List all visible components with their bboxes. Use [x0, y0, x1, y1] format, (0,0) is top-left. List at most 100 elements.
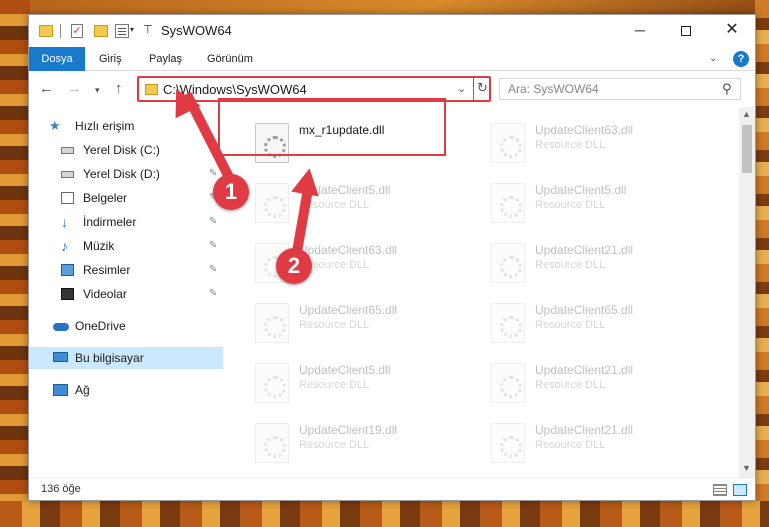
download-icon: ↓ [61, 214, 68, 230]
sidebar-item-label: Hızlı erişim [75, 119, 135, 133]
pin-icon[interactable]: ✎ [209, 259, 217, 281]
forward-arrow-icon[interactable]: → [67, 80, 82, 97]
tab-view[interactable]: Görünüm [197, 47, 263, 71]
file-item[interactable]: UpdateClient5.dll Resource DLL [485, 175, 715, 231]
sidebar-item-label: Bu bilgisayar [75, 351, 144, 365]
sidebar-item-label: Müzik [83, 239, 115, 253]
address-history-chevron-icon[interactable]: ⌄ [457, 82, 466, 95]
pin-icon[interactable]: ✎ [209, 235, 217, 257]
file-item[interactable]: UpdateClient65.dll Resource DLL [485, 295, 715, 351]
background-foliage-left [0, 0, 30, 527]
pictures-icon [61, 264, 74, 276]
scroll-down-icon[interactable]: ▼ [742, 463, 751, 473]
ribbon-expand-icon[interactable]: ⌄ [709, 53, 717, 64]
vertical-scrollbar[interactable]: ▲ ▼ [739, 107, 755, 477]
step-badge-1: 1 [213, 174, 249, 210]
tab-share[interactable]: Paylaş [139, 47, 192, 71]
scroll-thumb[interactable] [742, 125, 752, 173]
annotation-arrowhead-2 [291, 165, 324, 197]
dll-file-icon [491, 123, 525, 163]
sidebar-item-network[interactable]: Ağ [29, 379, 223, 401]
sidebar-item-music[interactable]: ♪ Müzik ✎ [29, 235, 223, 257]
videos-icon [61, 288, 74, 300]
file-item[interactable]: UpdateClient21.dll Resource DLL [485, 355, 715, 411]
sidebar-item-local-disk-d[interactable]: Yerel Disk (D:) ✎ [29, 163, 223, 185]
file-description: Resource DLL [535, 319, 606, 331]
tab-home[interactable]: Giriş [89, 47, 132, 71]
network-icon [53, 384, 68, 396]
file-item[interactable]: UpdateClient5.dll Resource DLL [249, 355, 479, 411]
file-description: Resource DLL [299, 439, 370, 451]
dll-file-icon [491, 423, 525, 463]
properties-check-icon[interactable]: ✓ [71, 24, 83, 38]
file-description: Resource DLL [535, 439, 606, 451]
file-description: Resource DLL [299, 319, 370, 331]
search-icon[interactable]: ⚲ [722, 81, 732, 97]
dll-file-icon [255, 303, 289, 343]
computer-icon [53, 352, 68, 362]
file-item[interactable]: UpdateClient63.dll Resource DLL [485, 115, 715, 171]
file-name: UpdateClient19.dll [299, 423, 398, 437]
sidebar-item-label: İndirmeler [83, 215, 137, 229]
new-folder-icon[interactable] [94, 25, 108, 37]
file-name: UpdateClient5.dll [535, 183, 627, 197]
search-placeholder: Ara: SysWOW64 [508, 82, 599, 96]
cloud-icon [53, 323, 69, 331]
help-icon[interactable]: ? [733, 51, 749, 67]
sidebar-item-label: Yerel Disk (C:) [83, 143, 160, 157]
address-divider [473, 78, 474, 100]
item-count: 136 öğe [41, 483, 81, 495]
maximize-icon [681, 26, 691, 37]
file-item[interactable]: UpdateClient21.dll Resource DLL [485, 415, 715, 471]
dll-file-icon [255, 183, 289, 223]
close-button[interactable]: ✕ [709, 15, 755, 45]
star-icon: ★ [49, 118, 61, 133]
customize-toolbar-icon[interactable]: ⊤ [143, 23, 153, 39]
folder-icon [145, 84, 158, 95]
sidebar-item-documents[interactable]: Belgeler ✎ [29, 187, 223, 209]
file-item[interactable]: UpdateClient19.dll Resource DLL [249, 415, 479, 471]
sidebar-item-label: OneDrive [75, 319, 126, 333]
scroll-up-icon[interactable]: ▲ [742, 109, 751, 119]
quick-access-dropdown-icon[interactable]: ▾ [130, 25, 134, 41]
dll-file-icon [255, 423, 289, 463]
sidebar-item-label: Videolar [83, 287, 127, 301]
file-item[interactable]: UpdateClient21.dll Resource DLL [485, 235, 715, 291]
explorer-window: ✓ ▾ ⊤ SysWOW64 ─ ✕ Dosya Giriş Paylaş Gö… [28, 14, 756, 501]
drive-icon [61, 147, 74, 154]
file-list: mx_r1update.dll UpdateClient63.dll Resou… [227, 107, 739, 477]
back-arrow-icon[interactable]: ← [39, 80, 54, 97]
sidebar-item-downloads[interactable]: ↓ İndirmeler ✎ [29, 211, 223, 233]
file-item[interactable]: UpdateClient65.dll Resource DLL [249, 295, 479, 351]
search-input[interactable]: Ara: SysWOW64 ⚲ [499, 78, 741, 100]
sidebar-item-this-pc[interactable]: Bu bilgisayar [29, 347, 223, 369]
drive-icon [61, 171, 74, 178]
file-name: UpdateClient63.dll [299, 243, 398, 257]
up-arrow-icon[interactable]: ↑ [115, 80, 123, 97]
large-icons-view-icon[interactable] [733, 484, 747, 496]
minimize-button[interactable]: ─ [617, 15, 663, 45]
dll-file-icon [491, 363, 525, 403]
background-foliage-bottom [0, 501, 769, 527]
tab-file[interactable]: Dosya [29, 47, 85, 71]
sidebar-item-onedrive[interactable]: OneDrive [29, 315, 223, 337]
toolbar-separator [60, 24, 61, 38]
file-name: UpdateClient65.dll [535, 303, 634, 317]
properties-list-icon[interactable] [115, 24, 129, 38]
dll-file-icon [491, 243, 525, 283]
pin-icon[interactable]: ✎ [209, 283, 217, 305]
sidebar-item-videos[interactable]: Videolar ✎ [29, 283, 223, 305]
recent-locations-icon[interactable]: ▾ [95, 85, 100, 96]
dll-file-icon [255, 363, 289, 403]
dll-file-icon [491, 303, 525, 343]
refresh-icon[interactable]: ↻ [477, 80, 488, 96]
sidebar-item-label: Resimler [83, 263, 131, 277]
sidebar-item-local-disk-c[interactable]: Yerel Disk (C:) [29, 139, 223, 161]
file-description: Resource DLL [535, 199, 606, 211]
file-name: UpdateClient63.dll [535, 123, 634, 137]
sidebar-item-pictures[interactable]: Resimler ✎ [29, 259, 223, 281]
maximize-button[interactable] [663, 15, 709, 45]
file-item[interactable]: UpdateClient5.dll Resource DLL [249, 175, 479, 231]
pin-icon[interactable]: ✎ [209, 211, 217, 233]
details-view-icon[interactable] [713, 484, 727, 496]
